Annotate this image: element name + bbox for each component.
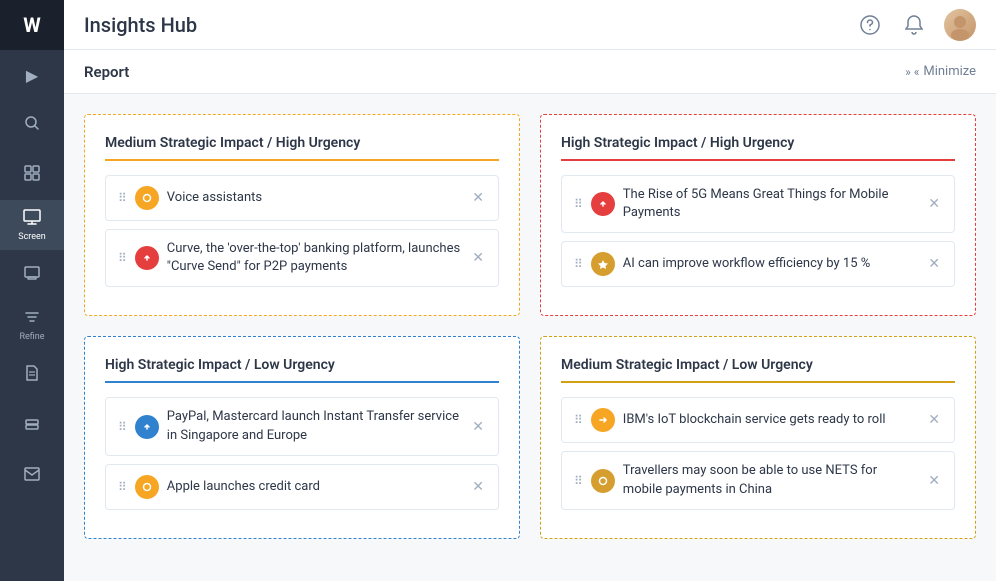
drag-handle-icon[interactable]: ⠿ <box>118 420 127 434</box>
card-medium-high-title: Medium Strategic Impact / High Urgency <box>105 135 499 151</box>
bell-icon[interactable] <box>900 11 928 39</box>
sidebar-item-stack[interactable] <box>0 400 64 450</box>
card-high-low-title: High Strategic Impact / Low Urgency <box>105 357 499 373</box>
drag-handle-icon[interactable]: ⠿ <box>118 191 127 205</box>
item-apple-credit: ⠿ Apple launches credit card ✕ <box>105 464 499 510</box>
minimize-label: Minimize <box>923 64 976 79</box>
item-travellers-nets: ⠿ Travellers may soon be able to use NET… <box>561 451 955 509</box>
drag-handle-icon[interactable]: ⠿ <box>118 480 127 494</box>
card-high-high-divider <box>561 159 955 161</box>
card-medium-high: Medium Strategic Impact / High Urgency ⠿… <box>84 114 520 316</box>
card-high-low: High Strategic Impact / Low Urgency ⠿ Pa… <box>84 336 520 538</box>
ai-badge <box>591 252 615 276</box>
search-icon <box>24 115 40 135</box>
sidebar-refine-label: Refine <box>19 332 44 342</box>
item-rise-5g: ⠿ The Rise of 5G Means Great Things for … <box>561 175 955 233</box>
travellers-badge <box>591 469 615 493</box>
drag-handle-icon[interactable]: ⠿ <box>574 197 583 211</box>
drag-handle-icon[interactable]: ⠿ <box>118 251 127 265</box>
paypal-badge <box>135 415 159 439</box>
sidebar-item-play[interactable]: ▶ <box>0 50 64 100</box>
card-medium-low: Medium Strategic Impact / Low Urgency ⠿ … <box>540 336 976 538</box>
minimize-button[interactable]: » « Minimize <box>905 64 976 79</box>
card-high-high-title: High Strategic Impact / High Urgency <box>561 135 955 151</box>
stack-icon <box>24 415 40 435</box>
help-icon[interactable] <box>856 11 884 39</box>
sub-header: Report » « Minimize <box>64 50 996 94</box>
quadrants-grid: Medium Strategic Impact / High Urgency ⠿… <box>84 114 976 539</box>
monitor-icon <box>24 265 40 285</box>
main-content: Insights Hub <box>64 0 996 581</box>
voice-assistants-text: Voice assistants <box>167 189 462 207</box>
card-medium-high-divider <box>105 159 499 161</box>
curve-badge <box>135 246 159 270</box>
chevrons-icon: » « <box>905 65 919 79</box>
remove-5g-button[interactable]: ✕ <box>926 194 942 214</box>
ibm-badge <box>591 408 615 432</box>
avatar[interactable] <box>944 9 976 41</box>
sidebar-item-monitor[interactable] <box>0 250 64 300</box>
sidebar-item-screen[interactable]: Screen <box>0 200 64 250</box>
card-medium-low-title: Medium Strategic Impact / Low Urgency <box>561 357 955 373</box>
voice-badge <box>135 186 159 210</box>
remove-ai-button[interactable]: ✕ <box>926 254 942 274</box>
dashboard-icon <box>24 165 40 185</box>
item-ai-workflow: ⠿ AI can improve workflow efficiency by … <box>561 241 955 287</box>
card-medium-low-divider <box>561 381 955 383</box>
drag-handle-icon[interactable]: ⠿ <box>574 413 583 427</box>
curve-banking-text: Curve, the 'over-the-top' banking platfo… <box>167 240 462 276</box>
item-ibm-iot: ⠿ IBM's IoT blockchain service gets read… <box>561 397 955 443</box>
remove-paypal-button[interactable]: ✕ <box>470 417 486 437</box>
header-icons <box>856 9 976 41</box>
sidebar-item-document[interactable] <box>0 350 64 400</box>
logo-icon: W <box>23 13 41 37</box>
filter-icon <box>24 309 40 329</box>
drag-handle-icon[interactable]: ⠿ <box>574 257 583 271</box>
card-high-low-divider <box>105 381 499 383</box>
report-title: Report <box>84 63 905 81</box>
ibm-iot-text: IBM's IoT blockchain service gets ready … <box>623 411 918 429</box>
play-icon: ▶ <box>26 66 38 85</box>
card-high-high: High Strategic Impact / High Urgency ⠿ T… <box>540 114 976 316</box>
travellers-text: Travellers may soon be able to use NETS … <box>623 462 918 498</box>
remove-curve-button[interactable]: ✕ <box>470 248 486 268</box>
sidebar: W ▶ Screen <box>0 0 64 581</box>
sidebar-item-dashboard[interactable] <box>0 150 64 200</box>
document-icon <box>25 365 39 385</box>
sidebar-item-refine1[interactable]: Refine <box>0 300 64 350</box>
sidebar-logo[interactable]: W <box>0 0 64 50</box>
sidebar-item-search[interactable] <box>0 100 64 150</box>
5g-badge <box>591 192 615 216</box>
remove-travellers-button[interactable]: ✕ <box>926 471 942 491</box>
apple-badge <box>135 475 159 499</box>
paypal-text: PayPal, Mastercard launch Instant Transf… <box>167 408 462 444</box>
screen-icon <box>23 209 41 229</box>
apple-credit-text: Apple launches credit card <box>167 478 462 496</box>
item-curve-banking: ⠿ Curve, the 'over-the-top' banking plat… <box>105 229 499 287</box>
item-paypal-mastercard: ⠿ PayPal, Mastercard launch Instant Tran… <box>105 397 499 455</box>
ai-workflow-text: AI can improve workflow efficiency by 15… <box>623 255 918 273</box>
drag-handle-icon[interactable]: ⠿ <box>574 474 583 488</box>
remove-voice-button[interactable]: ✕ <box>470 188 486 208</box>
sidebar-screen-label: Screen <box>18 232 46 242</box>
remove-ibm-button[interactable]: ✕ <box>926 410 942 430</box>
remove-apple-button[interactable]: ✕ <box>470 477 486 497</box>
sidebar-item-email[interactable] <box>0 450 64 500</box>
content-area: Medium Strategic Impact / High Urgency ⠿… <box>64 94 996 581</box>
email-icon <box>24 466 40 485</box>
rise-5g-text: The Rise of 5G Means Great Things for Mo… <box>623 186 918 222</box>
avatar-image <box>944 9 976 41</box>
item-voice-assistants: ⠿ Voice assistants ✕ <box>105 175 499 221</box>
app-header: Insights Hub <box>64 0 996 50</box>
app-title: Insights Hub <box>84 13 856 37</box>
